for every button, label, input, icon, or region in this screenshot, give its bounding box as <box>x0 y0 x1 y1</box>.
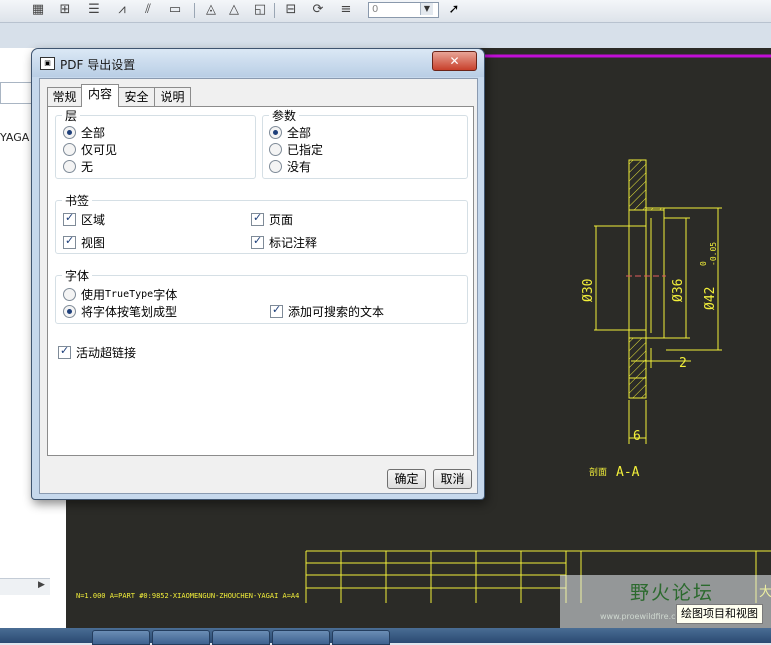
bookmark-page-label: 页面 <box>269 213 294 227</box>
checkbox-icon <box>251 234 264 249</box>
layer-icon[interactable]: ☰ <box>86 2 102 18</box>
toolbar-separator <box>194 3 195 18</box>
radio-icon <box>269 143 282 156</box>
snap-icon[interactable]: ⊞ <box>57 2 73 18</box>
bookmark-view-checkbox[interactable]: 视图 <box>63 234 105 251</box>
window-icon: ▣ <box>40 57 55 70</box>
params-legend: 参数 <box>272 109 297 123</box>
checkbox-icon <box>58 344 71 359</box>
font-stroke-label: 将字体按笔划成型 <box>81 305 178 319</box>
radio-icon <box>63 288 76 301</box>
ok-button[interactable]: 确定 <box>387 469 426 489</box>
title-block-footer: N=1.000 A=PART #0:9852-XIAOMENGUN-ZHOUCH… <box>76 592 299 600</box>
layers-none-radio[interactable]: 无 <box>63 158 93 175</box>
bookmark-annotation-checkbox[interactable]: 标记注释 <box>251 234 317 251</box>
tolerance-upper-text: 0 <box>699 261 708 266</box>
section-prefix-text: 剖面 <box>589 466 607 478</box>
dim-6-text: 6 <box>633 429 641 444</box>
radio-icon <box>269 126 282 139</box>
radio-icon <box>63 126 76 139</box>
font-truetype-suffix: 字体 <box>153 288 178 302</box>
fonts-legend: 字体 <box>65 269 90 283</box>
layers-all-label: 全部 <box>81 126 106 140</box>
checkbox-icon <box>63 234 76 249</box>
measure-icon[interactable]: ⩘ <box>114 2 130 18</box>
pan-icon[interactable]: ◬ <box>203 2 219 18</box>
bookmark-area-label: 区域 <box>81 213 106 227</box>
dialog-titlebar[interactable]: ▣ PDF 导出设置 ✕ <box>32 49 484 77</box>
params-none-label: 没有 <box>287 160 312 174</box>
params-none-radio[interactable]: 没有 <box>269 158 311 175</box>
view-icon[interactable]: ▭ <box>167 2 183 18</box>
dim-36-text: Ø36 <box>671 279 686 302</box>
layers-all-radio[interactable]: 全部 <box>63 124 105 141</box>
tab-content[interactable]: 内容 <box>81 84 119 107</box>
tolerance-lower-text: -0.05 <box>709 242 718 266</box>
scroll-right-icon[interactable]: ▶ <box>38 580 45 590</box>
grid-icon[interactable]: ▦ <box>30 2 46 18</box>
dim-30-text: Ø30 <box>581 279 596 302</box>
params-all-radio[interactable]: 全部 <box>269 124 311 141</box>
tab-security[interactable]: 安全 <box>118 87 155 107</box>
cancel-button[interactable]: 取消 <box>433 469 472 489</box>
layers-none-label: 无 <box>81 160 94 174</box>
tab-description[interactable]: 说明 <box>154 87 191 107</box>
main-toolbar: ▦ ⊞ ☰ ⩘ ⫽ ▭ ◬ △ ◱ ⊟ ⟳ ≡ 0 ▼ ➚ <box>0 0 771 23</box>
hyperlinks-checkbox[interactable]: 活动超链接 <box>58 344 136 361</box>
params-specified-label: 已指定 <box>287 143 324 157</box>
bookmarks-legend: 书签 <box>65 194 90 208</box>
checkbox-icon <box>270 303 283 318</box>
bookmark-annotation-label: 标记注释 <box>269 236 318 250</box>
table-icon[interactable]: ⊟ <box>283 2 299 18</box>
searchable-text-checkbox[interactable]: 添加可搜索的文本 <box>270 303 384 320</box>
watermark-url: www.proewildfire.cn <box>600 612 681 621</box>
watermark-text: 野火论坛 <box>630 582 715 604</box>
bookmark-view-label: 视图 <box>81 236 106 250</box>
radio-icon <box>269 160 282 173</box>
tooltip: 绘图项目和视图 <box>676 604 763 624</box>
bookmark-area-checkbox[interactable]: 区域 <box>63 211 105 228</box>
hyperlinks-label: 活动超链接 <box>76 346 137 360</box>
font-stroke-radio[interactable]: 将字体按笔划成型 <box>63 303 177 320</box>
params-all-label: 全部 <box>287 126 312 140</box>
content-tab-panel: 层 全部 仅可见 无 参数 全部 已指定 没有 书签 区域 页面 视图 标记注释… <box>47 106 474 456</box>
font-truetype-prefix: 使用 <box>81 288 106 302</box>
font-truetype-name: TrueType <box>105 289 154 300</box>
checkbox-icon <box>63 211 76 226</box>
toolbar-separator <box>274 3 275 18</box>
list-icon[interactable]: ≡ <box>338 2 354 18</box>
tab-general[interactable]: 常规 <box>47 87 82 107</box>
dim-42-text: Ø42 <box>703 287 718 310</box>
dim-2-text: 2 <box>679 356 687 371</box>
params-specified-radio[interactable]: 已指定 <box>269 141 323 158</box>
refresh-icon[interactable]: ⟳ <box>310 2 326 18</box>
checkbox-icon <box>251 211 264 226</box>
hatch-icon[interactable]: ⫽ <box>140 2 156 18</box>
tree-item-label[interactable]: YAGA <box>0 131 29 144</box>
chevron-down-icon[interactable]: ▼ <box>420 3 433 15</box>
font-truetype-radio[interactable]: 使用 TrueType 字体 <box>63 286 177 303</box>
zoom-icon[interactable]: △ <box>226 2 242 18</box>
layers-legend: 层 <box>65 109 78 123</box>
dialog-body: 常规 内容 安全 说明 层 全部 仅可见 无 参数 全部 已指定 没有 书签 区… <box>39 78 478 494</box>
section-label-text: A-A <box>616 465 640 480</box>
radio-icon <box>63 143 76 156</box>
searchable-text-label: 添加可搜索的文本 <box>288 305 385 319</box>
layers-visible-radio[interactable]: 仅可见 <box>63 141 117 158</box>
ribbon-strip <box>0 23 771 48</box>
shade-icon[interactable]: ◱ <box>252 2 268 18</box>
tree-filter-input[interactable] <box>0 82 32 104</box>
radio-icon <box>63 160 76 173</box>
dialog-title: PDF 导出设置 <box>60 58 136 72</box>
pointer-icon[interactable]: ➚ <box>446 2 462 18</box>
layers-visible-label: 仅可见 <box>81 143 118 157</box>
close-button[interactable]: ✕ <box>432 51 477 71</box>
pdf-export-dialog: ▣ PDF 导出设置 ✕ 常规 内容 安全 说明 层 全部 仅可见 无 参数 全… <box>31 48 485 500</box>
bookmark-page-checkbox[interactable]: 页面 <box>251 211 293 228</box>
radio-icon <box>63 305 76 318</box>
